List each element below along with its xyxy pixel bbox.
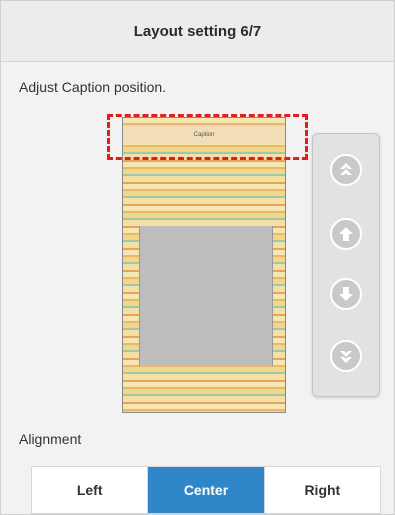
down-icon — [339, 287, 353, 301]
photo-area — [139, 226, 273, 366]
align-left-button[interactable]: Left — [32, 467, 148, 513]
layout-preview: Caption — [122, 117, 286, 413]
double-up-icon — [340, 163, 352, 175]
instruction-text: Adjust Caption position. — [19, 79, 167, 95]
alignment-label: Alignment — [19, 431, 82, 447]
up-icon — [339, 227, 353, 241]
alignment-segmented-control: Left Center Right — [31, 466, 381, 514]
move-to-top-button[interactable] — [330, 154, 362, 186]
layout-setting-screen: Layout setting 6/7 Adjust Caption positi… — [0, 0, 395, 515]
caption-highlight — [107, 114, 308, 160]
title-text: Layout setting 6/7 — [133, 22, 262, 40]
move-to-bottom-button[interactable] — [330, 340, 362, 372]
move-up-button[interactable] — [330, 218, 362, 250]
align-right-button[interactable]: Right — [263, 467, 380, 513]
move-down-button[interactable] — [330, 278, 362, 310]
page-title: Layout setting 6/7 — [1, 1, 394, 62]
align-center-button[interactable]: Center — [147, 467, 264, 513]
position-arrow-panel — [312, 133, 380, 397]
double-down-icon — [340, 351, 352, 363]
